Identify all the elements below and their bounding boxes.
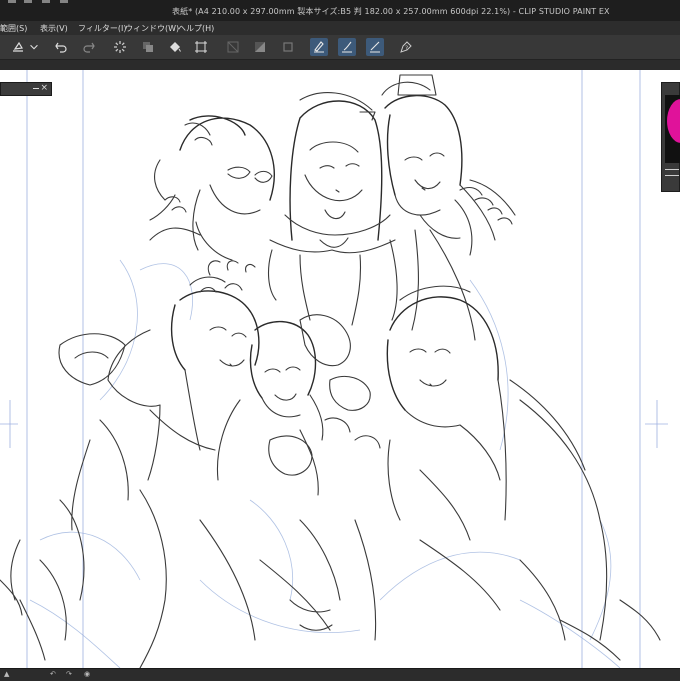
command-bar: ?	[0, 35, 680, 60]
vector-pen-icon[interactable]	[310, 38, 328, 56]
paint-bucket-icon[interactable]	[9, 38, 27, 56]
line-art-illustration	[0, 70, 668, 668]
drawing-canvas[interactable]	[0, 70, 680, 668]
vector-brush-icon[interactable]	[338, 38, 356, 56]
window-title: 表紙* (A4 210.00 x 297.00mm 製本サイズ:B5 判 182…	[172, 7, 610, 16]
menu-bar: 範囲(S) 表示(V) フィルター(I) ウィンドウ(W) ヘルプ(H)	[0, 21, 680, 35]
status-bar: ▲ ↶ ↷ ◉	[0, 668, 680, 681]
transform-icon[interactable]	[192, 38, 210, 56]
close-button[interactable]: ×	[40, 83, 48, 93]
help-icon[interactable]: ?	[397, 38, 415, 56]
floating-subpanel: ×	[0, 82, 52, 96]
rotate-icon[interactable]: ◉	[84, 670, 90, 678]
dropdown-icon[interactable]	[28, 38, 40, 56]
title-bar: 表紙* (A4 210.00 x 297.00mm 製本サイズ:B5 判 182…	[0, 0, 680, 21]
fill-icon[interactable]	[166, 38, 184, 56]
navigator-preview[interactable]	[665, 95, 680, 163]
redo-icon[interactable]	[80, 38, 98, 56]
svg-text:?: ?	[405, 45, 408, 52]
window-icon	[42, 0, 50, 3]
navigator-panel	[661, 82, 680, 192]
invert-icon[interactable]	[251, 38, 269, 56]
canvas-area[interactable]	[0, 70, 680, 668]
clear-icon[interactable]	[224, 38, 242, 56]
undo-small-icon[interactable]: ↶	[50, 670, 56, 678]
navigator-divider	[665, 169, 679, 170]
deselect-icon[interactable]	[279, 38, 297, 56]
menu-item-window[interactable]: ウィンドウ(W)	[125, 23, 179, 34]
menu-item-selection[interactable]: 範囲(S)	[0, 23, 27, 34]
window-icon	[24, 0, 32, 3]
window-icon	[8, 0, 16, 3]
navigator-divider	[665, 175, 679, 176]
minimize-button[interactable]	[33, 88, 39, 89]
preview-thumbnail	[667, 99, 680, 143]
vector-ruler-icon[interactable]	[366, 38, 384, 56]
copy-layer-icon[interactable]	[139, 38, 157, 56]
triangle-icon[interactable]: ▲	[4, 670, 9, 678]
menu-item-filter[interactable]: フィルター(I)	[78, 23, 126, 34]
undo-icon[interactable]	[52, 38, 70, 56]
loading-spinner-icon[interactable]	[111, 38, 129, 56]
window-icon	[60, 0, 68, 3]
menu-item-view[interactable]: 表示(V)	[40, 23, 68, 34]
menu-item-help[interactable]: ヘルプ(H)	[178, 23, 214, 34]
panel-gap	[0, 60, 680, 70]
redo-small-icon[interactable]: ↷	[66, 670, 72, 678]
